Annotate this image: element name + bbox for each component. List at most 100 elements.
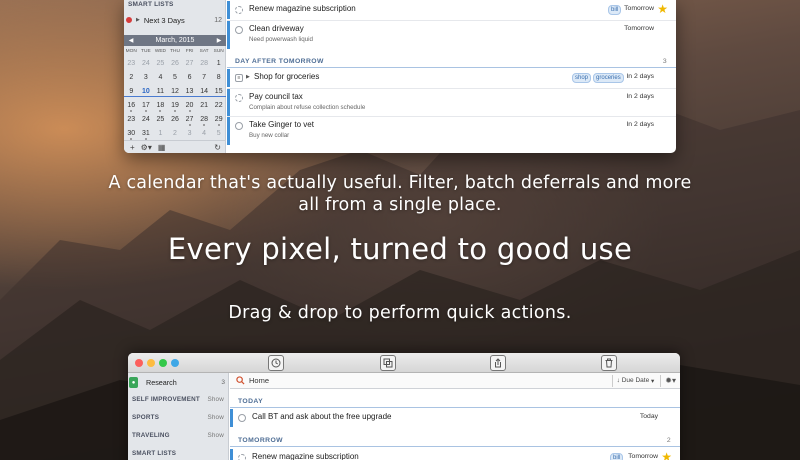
calendar-day[interactable]: 25 <box>153 56 168 70</box>
calendar-day[interactable]: 25 <box>153 112 168 126</box>
task-row[interactable]: Renew magazine subscription bill Tomorro… <box>227 1 676 19</box>
search-input[interactable]: Home <box>249 376 269 385</box>
star-icon[interactable]: ★ <box>661 450 672 460</box>
recurring-checkbox-icon[interactable] <box>235 94 243 102</box>
calendar-day[interactable]: 7 <box>197 70 212 84</box>
recurring-checkbox-icon[interactable] <box>238 454 246 460</box>
calendar-day[interactable]: 9 <box>124 84 139 98</box>
group-header: DAY AFTER TOMORROW 3 <box>227 55 676 68</box>
calendar-day[interactable]: 14 <box>196 84 212 98</box>
checkbox-icon[interactable] <box>235 122 243 130</box>
tag-chip[interactable]: bill <box>610 453 624 460</box>
calendar-day[interactable]: 8 <box>211 70 226 84</box>
calendar-day[interactable]: 29 <box>211 112 226 126</box>
group-header-today: TODAY <box>230 395 680 408</box>
star-icon[interactable]: ★ <box>657 2 668 16</box>
calendar-day[interactable]: 24 <box>139 112 154 126</box>
calendar-day[interactable]: 11 <box>153 84 168 98</box>
calendar-day[interactable]: 26 <box>168 112 183 126</box>
sidebar-section-traveling[interactable]: TRAVELING Show <box>132 432 224 439</box>
calendar-toggle-icon[interactable]: ▦ <box>158 143 166 152</box>
calendar-day[interactable]: 17 <box>139 98 154 112</box>
task-row[interactable]: Call BT and ask about the free upgrade T… <box>230 409 680 427</box>
task-row[interactable]: Take Ginger to vet Buy new collar In 2 d… <box>227 117 676 145</box>
task-row[interactable]: Clean driveway Need powerwash liquid Tom… <box>227 21 676 49</box>
tag-chip[interactable]: shop <box>572 73 592 83</box>
duplicate-button[interactable] <box>380 355 396 371</box>
show-toggle[interactable]: Show <box>207 432 224 439</box>
search-bar[interactable]: Home ↓ Due Date ▾ ✹▾ <box>230 373 680 389</box>
recurring-checkbox-icon[interactable] <box>235 6 243 14</box>
calendar-day[interactable]: 6 <box>182 70 197 84</box>
calendar-day[interactable]: 4 <box>197 126 212 140</box>
disclosure-triangle-icon[interactable]: ▶ <box>246 74 250 80</box>
calendar-day[interactable]: 21 <box>197 98 212 112</box>
settings-gear-icon[interactable]: ⚙▾ <box>141 143 152 152</box>
calendar-day[interactable]: 13 <box>182 84 197 98</box>
calendar-day[interactable]: 18 <box>153 98 168 112</box>
calendar-next-month-icon[interactable]: ▶ <box>212 37 226 44</box>
selection-bar <box>227 69 230 87</box>
sidebar-section-sports[interactable]: SPORTS Show <box>132 414 224 421</box>
calendar-day[interactable]: 22 <box>211 98 226 112</box>
calendar-day[interactable]: 23 <box>124 112 139 126</box>
minimize-window-icon[interactable] <box>147 359 155 367</box>
defer-clock-button[interactable] <box>268 355 284 371</box>
task-row[interactable]: ≡ ▶ Shop for groceries shop groceries In… <box>227 69 676 87</box>
checkbox-icon[interactable] <box>238 414 246 422</box>
sort-dropdown[interactable]: ↓ Due Date ▾ <box>611 374 654 387</box>
calendar-day[interactable]: 1 <box>153 126 168 140</box>
task-row[interactable]: Pay council tax Complain about refuse co… <box>227 89 676 116</box>
sync-icon[interactable]: ↻ <box>214 143 221 152</box>
tag-chip[interactable]: bill <box>608 5 622 15</box>
smart-lists-header: SMART LISTS <box>128 1 174 8</box>
calendar-day[interactable]: 28 <box>197 112 212 126</box>
calendar-day[interactable]: 16 <box>124 98 139 112</box>
checkbox-icon[interactable] <box>235 26 243 34</box>
calendar-day[interactable]: 15 <box>211 84 226 98</box>
calendar-day[interactable]: 24 <box>139 56 154 70</box>
calendar-day[interactable]: 5 <box>211 126 226 140</box>
disclosure-triangle-icon[interactable]: ▶ <box>136 17 140 23</box>
calendar-day[interactable]: 30 <box>124 126 139 140</box>
calendar-day[interactable]: 2 <box>124 70 139 84</box>
calendar-day[interactable]: 10 <box>138 84 154 98</box>
calendar-day[interactable]: 5 <box>168 70 183 84</box>
trash-icon <box>605 358 613 368</box>
calendar-prev-month-icon[interactable]: ◀ <box>124 37 138 44</box>
delete-button[interactable] <box>601 355 617 371</box>
calendar-day[interactable]: 27 <box>182 112 197 126</box>
project-expander-icon[interactable]: ≡ <box>235 74 243 82</box>
show-toggle[interactable]: Show <box>207 414 224 421</box>
task-due: Tomorrow <box>624 5 654 12</box>
calendar-day[interactable]: 26 <box>168 56 183 70</box>
calendar-day[interactable]: 2 <box>168 126 183 140</box>
calendar-day[interactable]: 19 <box>168 98 183 112</box>
calendar-weekday-row: MON TUE WED THU FRI SAT SUN <box>124 47 226 56</box>
fullscreen-window-icon[interactable] <box>171 359 179 367</box>
tag-chip[interactable]: groceries <box>593 73 624 83</box>
view-options-gear-icon[interactable]: ✹▾ <box>660 374 676 387</box>
show-toggle[interactable]: Show <box>207 396 224 403</box>
calendar-grid: 23 24 25 26 27 28 1 2 3 4 5 6 7 8 9 10 11 12 13 14 15 16 17 18 1… <box>124 56 226 140</box>
calendar-day[interactable]: 27 <box>182 56 197 70</box>
share-icon <box>495 358 501 368</box>
calendar-day[interactable]: 23 <box>124 56 139 70</box>
calendar-day[interactable]: 3 <box>182 126 197 140</box>
sidebar-section-self-improvement[interactable]: SELF IMPROVEMENT Show <box>132 396 224 403</box>
calendar-day[interactable]: 28 <box>197 56 212 70</box>
sidebar-item-next-3-days[interactable]: ▶ Next 3 Days 12 <box>124 13 226 27</box>
zoom-window-icon[interactable] <box>159 359 167 367</box>
share-button[interactable] <box>490 355 506 371</box>
calendar-day[interactable]: 1 <box>211 56 226 70</box>
calendar-day[interactable]: 3 <box>139 70 154 84</box>
calendar-day[interactable]: 20 <box>182 98 197 112</box>
calendar-day[interactable]: 4 <box>153 70 168 84</box>
calendar-day[interactable]: 31 <box>139 126 154 140</box>
close-window-icon[interactable] <box>135 359 143 367</box>
sidebar-section-smart-lists[interactable]: SMART LISTS <box>132 450 224 457</box>
add-list-icon[interactable]: + <box>130 143 135 152</box>
calendar-day[interactable]: 12 <box>167 84 183 98</box>
sidebar-item-research[interactable]: ● Research 3 <box>128 375 229 390</box>
task-row[interactable]: Renew magazine subscription bill Tomorro… <box>230 449 680 460</box>
